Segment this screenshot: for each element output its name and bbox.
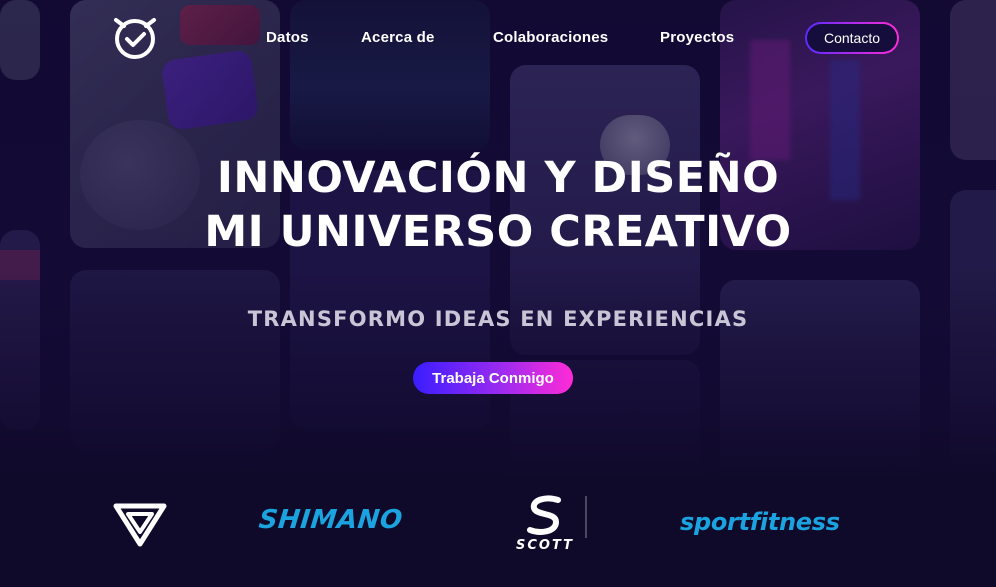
top-navigation: Datos Acerca de Colaboraciones Proyectos…	[0, 0, 996, 76]
contact-button-label: Contacto	[807, 24, 897, 52]
background-overlay	[0, 0, 996, 587]
nav-link-colaboraciones[interactable]: Colaboraciones	[493, 29, 608, 46]
hero-subtitle: TRANSFORMO IDEAS EN EXPERIENCIAS	[247, 307, 749, 331]
clock-logo-icon[interactable]	[112, 14, 158, 60]
shimano-logo: SHIMANO	[257, 505, 405, 535]
hero-title-line2: MI UNIVERSO CREATIVO	[204, 207, 792, 257]
scott-logo: SCOTT	[500, 494, 590, 554]
landing-page: Datos Acerca de Colaboraciones Proyectos…	[0, 0, 996, 587]
sportfitness-logo: sportfitness	[680, 508, 840, 536]
angular-shield-logo-icon	[112, 500, 168, 548]
work-with-me-button[interactable]: Trabaja Conmigo	[413, 362, 573, 394]
scott-wordmark: SCOTT	[516, 538, 574, 553]
nav-link-acerca-de[interactable]: Acerca de	[361, 29, 435, 46]
scott-s-mark-icon	[527, 495, 587, 538]
hero-title-line1: INNOVACIÓN Y DISEÑO	[216, 153, 780, 203]
contact-button[interactable]: Contacto	[805, 22, 899, 54]
background-collage	[0, 0, 996, 587]
nav-link-datos[interactable]: Datos	[266, 29, 309, 46]
nav-link-proyectos[interactable]: Proyectos	[660, 29, 734, 46]
